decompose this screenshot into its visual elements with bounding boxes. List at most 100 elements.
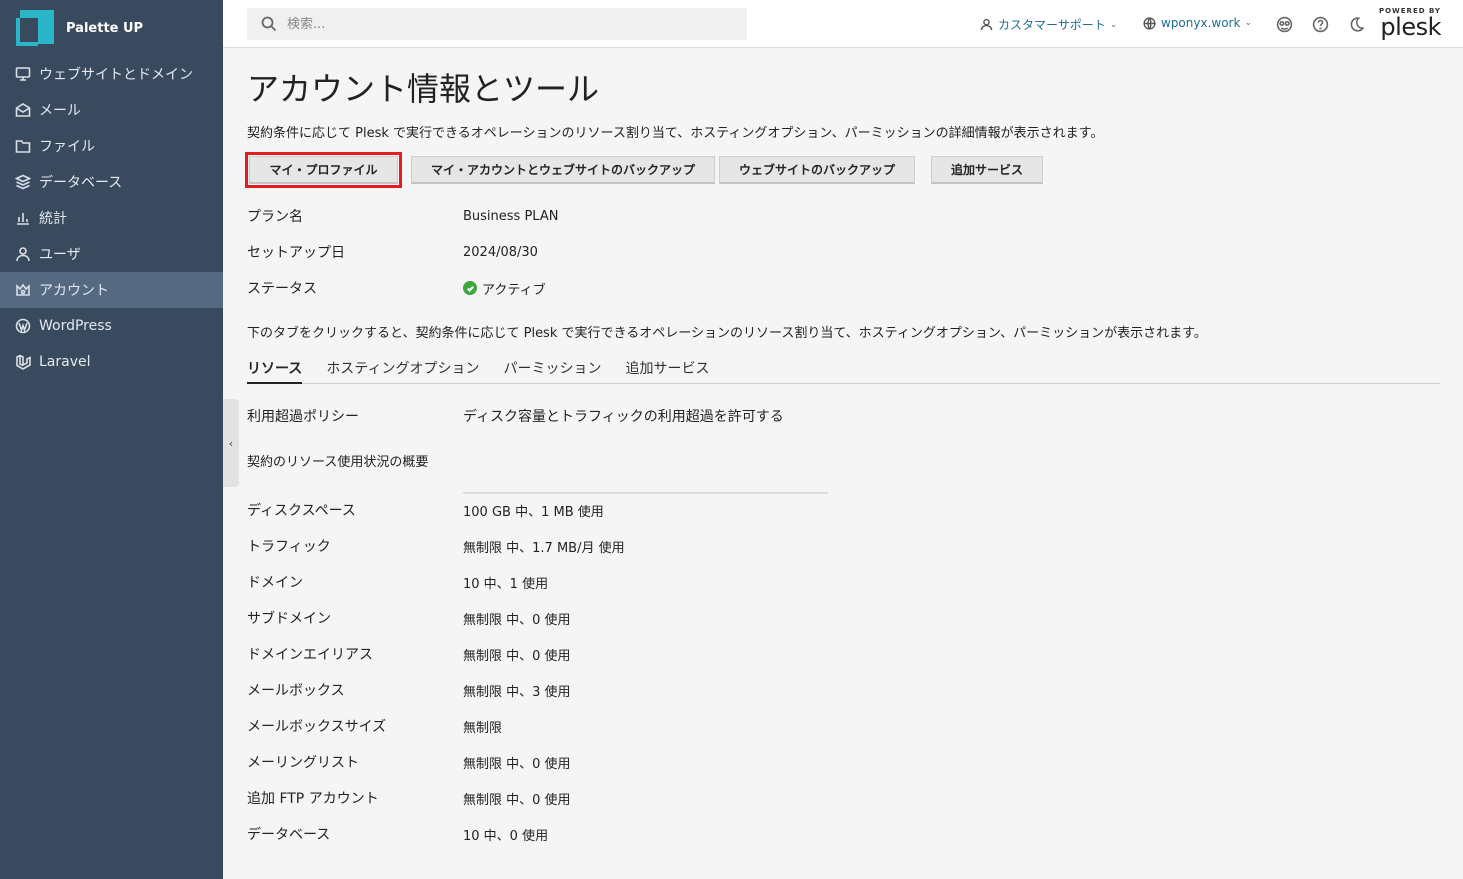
website-backup-button[interactable]: ウェブサイトのバックアップ bbox=[719, 156, 915, 184]
domain-label: wponyx.work bbox=[1161, 16, 1241, 30]
tabs-description: 下のタブをクリックすると、契約条件に応じて Plesk で実行できるオペレーショ… bbox=[247, 326, 1207, 341]
chevron-left-icon: ‹ bbox=[228, 436, 234, 450]
sidebar-item-databases[interactable]: データベース bbox=[0, 164, 223, 200]
resource-label: メーリングリスト bbox=[247, 755, 359, 771]
help-icon[interactable] bbox=[1310, 14, 1330, 34]
top-header: カスタマーサポート ⌄ wponyx.work ⌄ POWERED BY ple… bbox=[223, 0, 1463, 48]
database-icon bbox=[14, 173, 32, 191]
info-label: セットアップ日 bbox=[247, 245, 345, 261]
resource-row: メールボックスサイズ 無制限 bbox=[247, 716, 1047, 736]
chevron-down-icon: ⌄ bbox=[1109, 19, 1118, 30]
sidebar-item-label: 統計 bbox=[39, 211, 67, 227]
sidebar-item-label: WordPress bbox=[39, 318, 112, 334]
dark-mode-icon[interactable] bbox=[1346, 14, 1366, 34]
resource-row: トラフィック 無制限 中、1.7 MB/月 使用 bbox=[247, 536, 1047, 556]
resource-value: 無制限 中、0 使用 bbox=[463, 792, 571, 808]
tab-resources[interactable]: リソース bbox=[247, 358, 303, 384]
sidebar-item-label: アカウント bbox=[39, 283, 109, 299]
resource-value: 無制限 中、1.7 MB/月 使用 bbox=[463, 540, 625, 556]
resource-row: ディスクスペース 100 GB 中、1 MB 使用 bbox=[247, 500, 1047, 520]
resource-row: ドメインエイリアス 無制限 中、0 使用 bbox=[247, 644, 1047, 664]
user-icon bbox=[980, 18, 993, 31]
sidebar-item-label: ウェブサイトとドメイン bbox=[39, 67, 193, 83]
mail-icon bbox=[14, 101, 32, 119]
overuse-policy-label: 利用超過ポリシー bbox=[247, 409, 359, 425]
search-input[interactable] bbox=[287, 16, 727, 32]
page-description: 契約条件に応じて Plesk で実行できるオペレーションのリソース割り当て、ホス… bbox=[247, 126, 1104, 141]
sidebar-item-label: ユーザ bbox=[39, 247, 81, 263]
resource-value: 無制限 中、3 使用 bbox=[463, 684, 571, 700]
resource-row: ドメイン 10 中、1 使用 bbox=[247, 572, 1047, 592]
resource-label: サブドメイン bbox=[247, 611, 331, 627]
brand[interactable]: Palette UP bbox=[0, 0, 223, 56]
sidebar-item-stats[interactable]: 統計 bbox=[0, 200, 223, 236]
search-icon bbox=[261, 16, 277, 32]
resource-value: 無制限 中、0 使用 bbox=[463, 756, 571, 772]
sidebar-item-laravel[interactable]: Laravel bbox=[0, 344, 223, 380]
chevron-down-icon: ⌄ bbox=[1244, 18, 1252, 28]
info-value: 2024/08/30 bbox=[463, 244, 538, 260]
sidebar-item-account[interactable]: アカウント bbox=[0, 272, 223, 308]
resource-value: 無制限 中、0 使用 bbox=[463, 612, 571, 628]
tab-additional-services[interactable]: 追加サービス bbox=[625, 358, 709, 384]
resource-row: メールボックス 無制限 中、3 使用 bbox=[247, 680, 1047, 700]
sidebar-item-users[interactable]: ユーザ bbox=[0, 236, 223, 272]
brand-name: Palette UP bbox=[66, 20, 144, 36]
tab-hosting-options[interactable]: ホスティングオプション bbox=[326, 358, 479, 384]
my-profile-button[interactable]: マイ・プロファイル bbox=[245, 152, 402, 188]
resource-value: 無制限 bbox=[463, 720, 503, 736]
sidebar-item-websites[interactable]: ウェブサイトとドメイン bbox=[0, 56, 223, 92]
resource-value: 10 中、1 使用 bbox=[463, 576, 549, 592]
resource-value: 100 GB 中、1 MB 使用 bbox=[463, 504, 604, 520]
check-circle-icon bbox=[463, 281, 477, 295]
resource-label: ドメイン bbox=[247, 575, 303, 591]
sidebar: Palette UP ウェブサイトとドメイン メール ファイル データベース 統… bbox=[0, 0, 223, 879]
resource-label: メールボックス bbox=[247, 683, 345, 699]
user-icon bbox=[14, 245, 32, 263]
divider bbox=[463, 492, 828, 494]
account-backup-button[interactable]: マイ・アカウントとウェブサイトのバックアップ bbox=[411, 156, 715, 184]
resource-label: メールボックスサイズ bbox=[247, 719, 387, 735]
sidebar-item-wordpress[interactable]: WordPress bbox=[0, 308, 223, 344]
info-label: ステータス bbox=[247, 281, 317, 297]
overuse-policy-row: 利用超過ポリシー ディスク容量とトラフィックの利用超過を許可する bbox=[247, 406, 1047, 426]
page-title: アカウント情報とツール bbox=[247, 70, 600, 108]
laravel-icon bbox=[14, 353, 32, 371]
stats-icon bbox=[14, 209, 32, 227]
overuse-policy-value: ディスク容量とトラフィックの利用超過を許可する bbox=[463, 409, 784, 425]
domain-menu[interactable]: wponyx.work ⌄ bbox=[1143, 16, 1252, 30]
resource-row: データベース 10 中、0 使用 bbox=[247, 824, 1047, 844]
info-row-status: ステータス アクティブ bbox=[247, 278, 1047, 298]
resource-label: 追加 FTP アカウント bbox=[247, 791, 379, 807]
plesk-logo: POWERED BY plesk bbox=[1379, 7, 1442, 39]
account-icon bbox=[14, 281, 32, 299]
brand-logo-icon bbox=[16, 8, 56, 48]
tab-permissions[interactable]: パーミッション bbox=[503, 358, 601, 384]
info-row-setup-date: セットアップ日 2024/08/30 bbox=[247, 242, 1047, 262]
resource-row: 追加 FTP アカウント 無制限 中、0 使用 bbox=[247, 788, 1047, 808]
resource-row: サブドメイン 無制限 中、0 使用 bbox=[247, 608, 1047, 628]
sidebar-item-label: データベース bbox=[39, 175, 123, 191]
resource-row: メーリングリスト 無制限 中、0 使用 bbox=[247, 752, 1047, 772]
resource-label: データベース bbox=[247, 827, 331, 843]
resource-value: 無制限 中、0 使用 bbox=[463, 648, 571, 664]
plesk-feedback-icon[interactable] bbox=[1274, 14, 1294, 34]
sidebar-item-mail[interactable]: メール bbox=[0, 92, 223, 128]
search-box[interactable] bbox=[247, 8, 747, 40]
additional-services-button[interactable]: 追加サービス bbox=[931, 156, 1043, 184]
sidebar-collapse-handle[interactable]: ‹ bbox=[223, 399, 239, 487]
status-badge: アクティブ bbox=[463, 278, 546, 298]
sidebar-item-label: メール bbox=[39, 103, 81, 119]
monitor-icon bbox=[14, 65, 32, 83]
sidebar-item-label: ファイル bbox=[39, 139, 95, 155]
resource-value: 10 中、0 使用 bbox=[463, 828, 549, 844]
status-text: アクティブ bbox=[482, 282, 546, 298]
globe-icon bbox=[1143, 16, 1156, 30]
customer-support-menu[interactable]: カスタマーサポート ⌄ bbox=[980, 16, 1117, 33]
info-value: Business PLAN bbox=[463, 208, 559, 224]
resource-label: トラフィック bbox=[247, 539, 331, 555]
sidebar-item-label: Laravel bbox=[39, 354, 91, 370]
sidebar-nav: ウェブサイトとドメイン メール ファイル データベース 統計 ユーザ アカウント bbox=[0, 56, 223, 380]
sidebar-item-files[interactable]: ファイル bbox=[0, 128, 223, 164]
info-row-plan: プラン名 Business PLAN bbox=[247, 206, 1047, 226]
